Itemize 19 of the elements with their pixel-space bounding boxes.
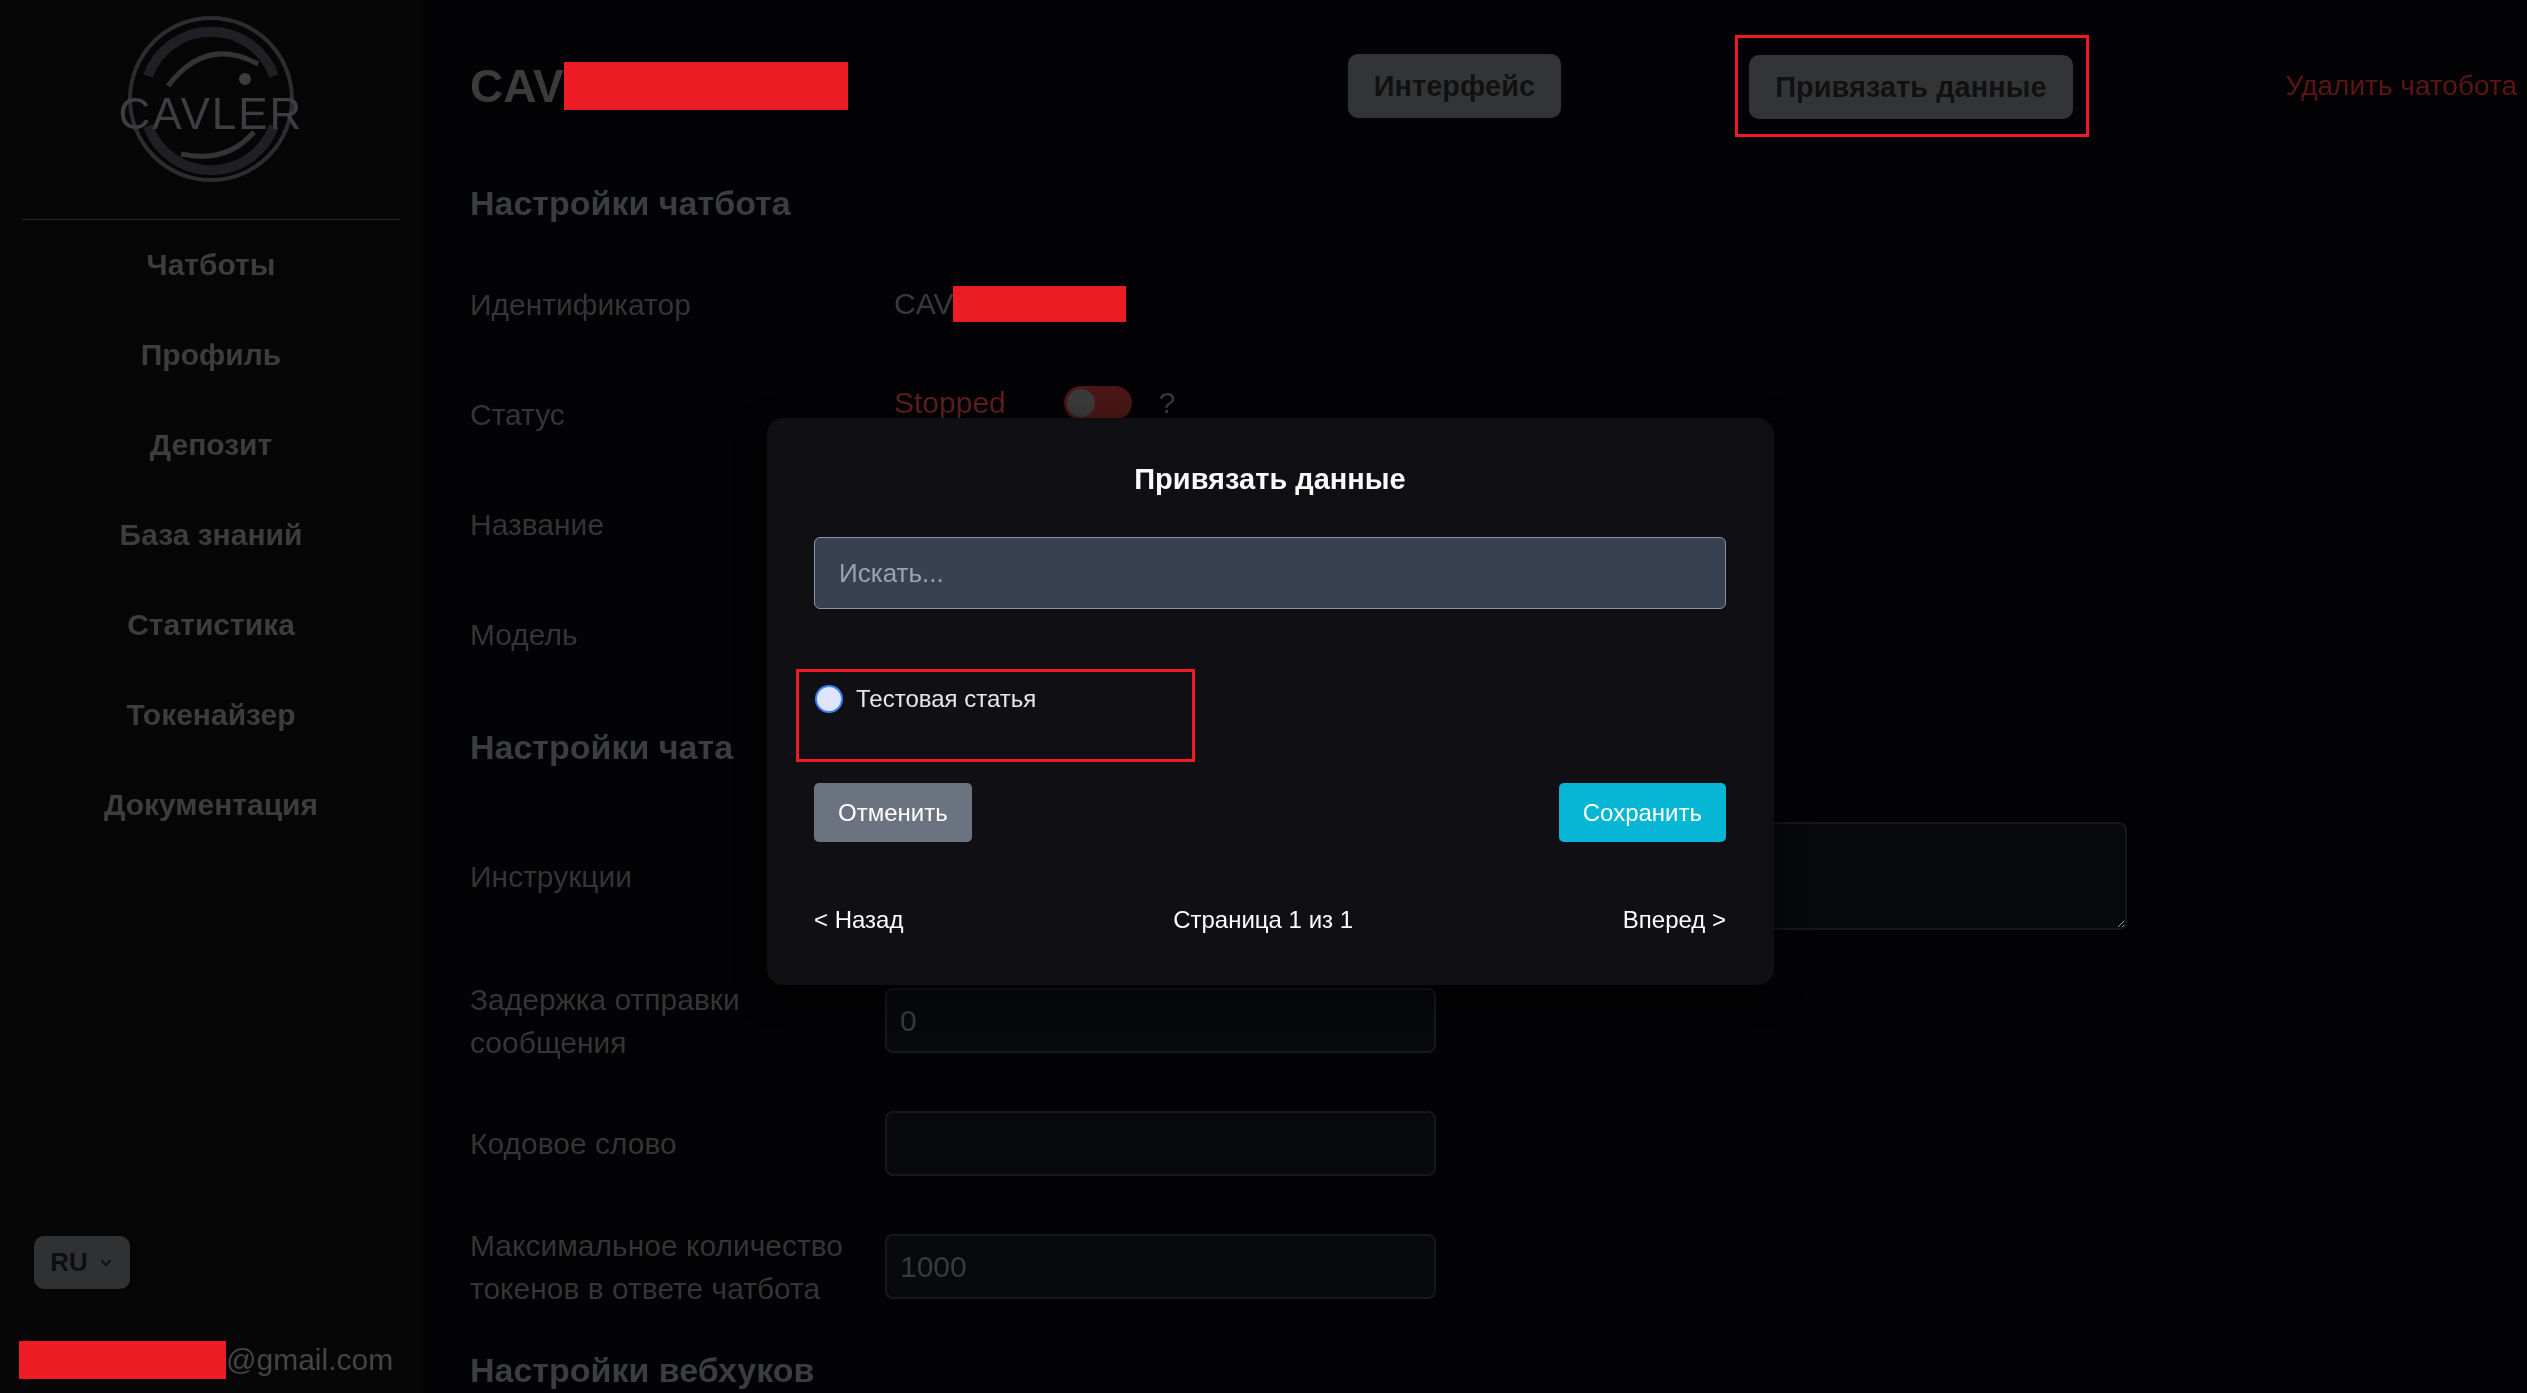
previous-page-link[interactable]: < Назад bbox=[814, 906, 904, 934]
section-title: Настройки чатбота bbox=[470, 183, 792, 223]
radio-option[interactable]: Тестовая статья bbox=[815, 684, 1037, 714]
page-title: CAV bbox=[470, 60, 564, 112]
search-field[interactable]: Искать... bbox=[814, 537, 1726, 609]
save-button[interactable]: Сохранить bbox=[1558, 783, 1726, 842]
user-email: @gmail.com bbox=[226, 1342, 394, 1378]
modal-title: Привязать данные bbox=[1133, 462, 1407, 496]
toggle-switch[interactable] bbox=[1063, 386, 1132, 420]
help-mark: ? bbox=[1158, 386, 1176, 420]
cancel-button[interactable]: Отменить bbox=[814, 783, 972, 842]
logo-text: CAVLER bbox=[118, 92, 304, 136]
delete-link[interactable]: Удалить чатобота bbox=[2285, 70, 2517, 102]
next-page-link[interactable]: Вперед > bbox=[1622, 906, 1726, 934]
section-title: Настройки вебхуков bbox=[470, 1350, 816, 1390]
page-indicator: Страница 1 из 1 bbox=[1173, 906, 1354, 934]
radio-button[interactable] bbox=[815, 685, 843, 713]
status-value: Stopped bbox=[894, 385, 1006, 421]
section-title: Настройки чата bbox=[470, 727, 735, 767]
